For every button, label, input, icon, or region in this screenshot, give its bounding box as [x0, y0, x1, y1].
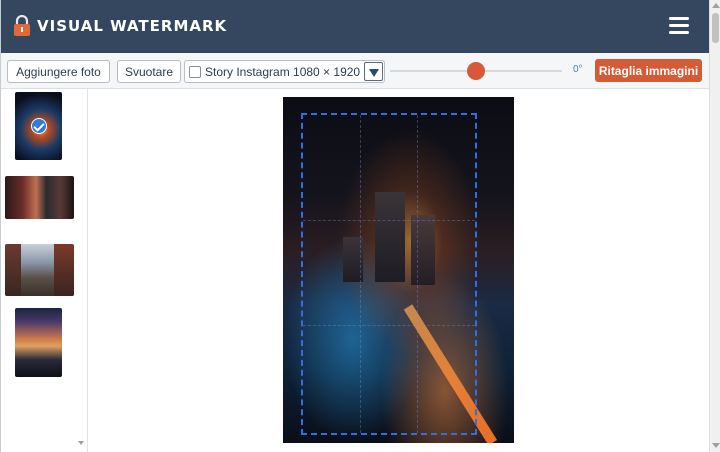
- preset-select[interactable]: Story Instagram 1080 × 1920: [184, 60, 385, 83]
- thumbnail-scroll-down-icon[interactable]: [78, 441, 84, 445]
- scroll-up-arrow-icon[interactable]: [712, 3, 720, 8]
- thumbnail-bridge[interactable]: [5, 244, 74, 296]
- preset-checkbox[interactable]: [189, 66, 201, 78]
- selected-check-icon: [31, 118, 47, 134]
- crop-grid-line: [416, 115, 418, 433]
- page-scrollbar[interactable]: [709, 0, 720, 452]
- thumbnail-skyline[interactable]: [15, 308, 62, 377]
- clear-button[interactable]: Svuotare: [117, 60, 181, 83]
- app-header: VISUAL WATERMARK: [1, 0, 709, 53]
- padlock-icon: [14, 15, 30, 36]
- thumbnail-list: [1, 89, 88, 452]
- crop-grid-line: [359, 115, 361, 433]
- toolbar: Aggiungere foto Svuotare Story Instagram…: [1, 53, 709, 89]
- add-photos-button[interactable]: Aggiungere foto: [7, 60, 110, 83]
- image-preview[interactable]: [283, 97, 514, 443]
- scroll-down-arrow-icon[interactable]: [712, 443, 720, 448]
- crop-frame[interactable]: [301, 113, 477, 435]
- preset-selected-value: Story Instagram 1080 × 1920: [205, 65, 361, 79]
- app-window: VISUAL WATERMARK Aggiungere foto Svuotar…: [0, 0, 720, 452]
- crop-grid-line: [303, 219, 475, 221]
- thumbnail-night-city[interactable]: [15, 92, 62, 160]
- brand-name: VISUAL WATERMARK: [37, 17, 228, 35]
- scrollbar-thumb[interactable]: [712, 13, 719, 43]
- dropdown-arrow-icon[interactable]: [364, 62, 383, 81]
- crop-images-button[interactable]: Ritaglia immagini: [595, 59, 702, 82]
- crop-grid-line: [303, 324, 475, 326]
- hamburger-menu-icon[interactable]: [669, 17, 689, 35]
- thumbnail-street-sunset[interactable]: [5, 176, 74, 219]
- rotation-slider-handle[interactable]: [467, 62, 485, 80]
- rotation-value: 0°: [573, 64, 583, 75]
